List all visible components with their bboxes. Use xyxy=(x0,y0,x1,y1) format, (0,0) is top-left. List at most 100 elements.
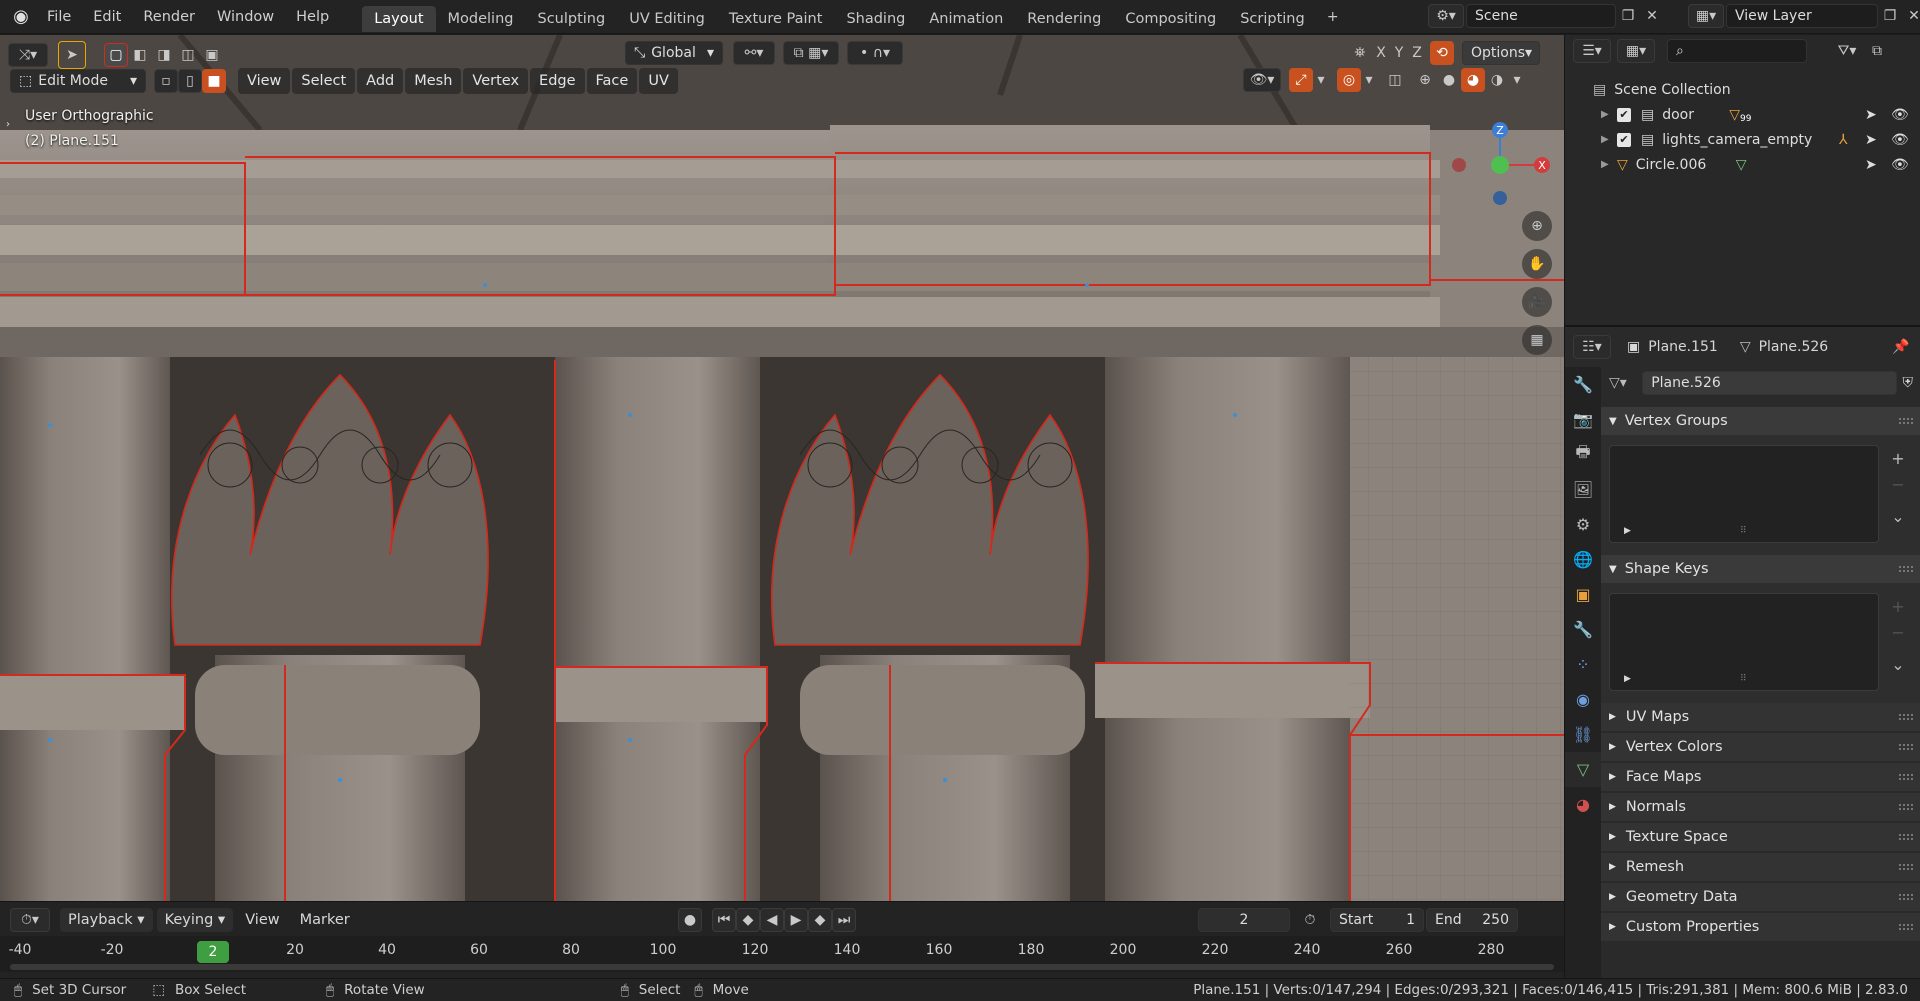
tool-tab-icon[interactable]: 🔧 xyxy=(1565,367,1601,402)
select-arrow-icon[interactable]: ➤ xyxy=(1865,157,1877,173)
visibility-icon[interactable]: 👁▾ xyxy=(1243,68,1281,92)
auto-merge-icon[interactable]: ⟲ xyxy=(1430,41,1454,65)
jump-end-icon[interactable]: ⏭ xyxy=(832,908,856,932)
constraints-tab-icon[interactable]: ⛓ xyxy=(1565,717,1601,752)
tab-layout[interactable]: Layout xyxy=(362,5,436,32)
delete-scene-icon[interactable]: ✕ xyxy=(1640,4,1664,28)
panel-geometry-data[interactable]: ▶ Geometry Data xyxy=(1601,883,1920,913)
tab-shading[interactable]: Shading xyxy=(834,6,917,32)
prev-keyframe-icon[interactable]: ◆ xyxy=(736,908,760,932)
transform-orientation-dropdown[interactable]: ⤡ Global ▾ xyxy=(625,41,723,65)
play-icon[interactable]: ▶ xyxy=(784,908,808,932)
menu-window[interactable]: Window xyxy=(206,0,285,34)
filter-icon[interactable]: ⛛▾ xyxy=(1829,39,1865,63)
mesh-symmetry-icon[interactable]: ⛯ xyxy=(1348,41,1372,65)
material-tab-icon[interactable]: ◕ xyxy=(1565,787,1601,822)
timeline-editor-type-icon[interactable]: ⏱▾ xyxy=(10,908,50,932)
remove-shape-key-icon[interactable]: − xyxy=(1885,619,1911,645)
panel-normals[interactable]: ▶ Normals xyxy=(1601,793,1920,823)
timeline-ruler[interactable]: -40 -20 2 20 40 60 80 100 120 140 160 18… xyxy=(0,936,1564,972)
menu-mesh[interactable]: Mesh xyxy=(405,68,462,94)
timeline-scrollbar[interactable] xyxy=(10,964,1554,970)
xray-icon[interactable]: ◫ xyxy=(1383,68,1407,92)
drag-grip-icon[interactable] xyxy=(1899,714,1913,720)
proportional-edit-icon[interactable]: • ∩▾ xyxy=(847,41,903,65)
drag-grip-icon[interactable] xyxy=(1899,744,1913,750)
snap-icon[interactable]: ⧉ ▦▾ xyxy=(783,41,839,65)
menu-file[interactable]: File xyxy=(36,0,82,34)
tab-texture-paint[interactable]: Texture Paint xyxy=(717,6,835,32)
scene-browse-icon[interactable]: ⚙▾ xyxy=(1428,4,1464,28)
drag-grip-icon[interactable] xyxy=(1899,774,1913,780)
pan-hand-icon[interactable]: ✋ xyxy=(1522,249,1552,279)
options-dropdown[interactable]: Options ▾ xyxy=(1462,41,1540,65)
tab-sculpting[interactable]: Sculpting xyxy=(525,6,617,32)
mesh-data-field[interactable]: Plane.526 xyxy=(1642,371,1897,395)
collapse-arrow-icon[interactable]: › xyxy=(6,119,10,130)
menu-face[interactable]: Face xyxy=(586,68,638,94)
list-resize-grip-icon[interactable]: ⠿ xyxy=(1740,674,1747,684)
properties-editor-type-icon[interactable]: ☷▾ xyxy=(1573,335,1611,359)
select-arrow-icon[interactable]: ➤ xyxy=(1865,107,1877,123)
view-layer-browse-icon[interactable]: ▦▾ xyxy=(1688,4,1724,28)
outliner-editor-type-icon[interactable]: ☰▾ xyxy=(1573,39,1611,63)
data-tab-icon[interactable]: ▽ xyxy=(1565,752,1601,787)
menu-add[interactable]: Add xyxy=(357,68,404,94)
panel-vertex-groups[interactable]: ▼ Vertex Groups xyxy=(1601,407,1920,435)
tab-rendering[interactable]: Rendering xyxy=(1015,6,1113,32)
blender-logo-icon[interactable]: ◉ xyxy=(6,0,36,34)
list-resize-grip-icon[interactable]: ⠿ xyxy=(1740,526,1747,536)
drag-grip-icon[interactable] xyxy=(1899,864,1913,870)
shape-key-specials-icon[interactable]: ⌄ xyxy=(1885,651,1911,677)
tab-animation[interactable]: Animation xyxy=(917,6,1015,32)
drag-grip-icon[interactable] xyxy=(1899,566,1913,572)
output-tab-icon[interactable]: 🖶 xyxy=(1565,437,1601,472)
physics-tab-icon[interactable]: ◉ xyxy=(1565,682,1601,717)
view-layer-field[interactable]: View Layer xyxy=(1726,4,1878,28)
new-view-layer-icon[interactable]: ❐ xyxy=(1878,4,1902,28)
expand-arrow-icon[interactable]: ▶ xyxy=(1601,134,1617,145)
drag-grip-icon[interactable] xyxy=(1899,834,1913,840)
select-intersect-icon[interactable]: ▣ xyxy=(200,43,224,67)
gizmo-dropdown-icon[interactable]: ▾ xyxy=(1313,68,1329,92)
marker-menu[interactable]: Marker xyxy=(292,908,358,932)
mode-dropdown[interactable]: ⬚ Edit Mode ▾ xyxy=(10,69,146,93)
delete-view-layer-icon[interactable]: ✕ xyxy=(1902,4,1920,28)
checkbox-icon[interactable]: ✔ xyxy=(1617,107,1631,122)
eye-icon[interactable]: 👁 xyxy=(1891,157,1909,173)
stopwatch-icon[interactable]: ⏱ xyxy=(1298,908,1322,932)
checkbox-icon[interactable]: ✔ xyxy=(1617,132,1631,147)
select-extend-icon[interactable]: ◧ xyxy=(128,43,152,67)
shading-dropdown-icon[interactable]: ▾ xyxy=(1509,68,1525,92)
remove-vertex-group-icon[interactable]: − xyxy=(1885,471,1911,497)
outliner-search-input[interactable]: ⌕ xyxy=(1667,39,1807,63)
axis-x-toggle[interactable]: X xyxy=(1372,41,1390,65)
end-frame-field[interactable]: End 250 xyxy=(1426,908,1518,932)
record-icon[interactable]: ● xyxy=(678,908,702,932)
panel-custom-properties[interactable]: ▶ Custom Properties xyxy=(1601,913,1920,943)
vertex-groups-list[interactable]: ▶ ⠿ xyxy=(1609,445,1879,543)
eye-icon[interactable]: 👁 xyxy=(1891,132,1909,148)
tab-uv-editing[interactable]: UV Editing xyxy=(617,6,717,32)
axis-y-toggle[interactable]: Y xyxy=(1390,41,1408,65)
menu-edit[interactable]: Edit xyxy=(82,0,132,34)
material-shading-icon[interactable]: ◕ xyxy=(1461,68,1485,92)
panel-vertex-colors[interactable]: ▶ Vertex Colors xyxy=(1601,733,1920,763)
rendered-shading-icon[interactable]: ◑ xyxy=(1485,68,1509,92)
menu-render[interactable]: Render xyxy=(132,0,206,34)
scene-tab-icon[interactable]: ⚙ xyxy=(1565,507,1601,542)
overlays-icon[interactable]: ◎ xyxy=(1337,68,1361,92)
tab-compositing[interactable]: Compositing xyxy=(1113,6,1228,32)
add-workspace-icon[interactable]: + xyxy=(1321,5,1345,29)
select-subtract-icon[interactable]: ◨ xyxy=(152,43,176,67)
ortho-toggle-icon[interactable]: ▦ xyxy=(1522,325,1552,355)
drag-grip-icon[interactable] xyxy=(1899,894,1913,900)
shape-keys-list[interactable]: ▶ ⠿ xyxy=(1609,593,1879,691)
panel-face-maps[interactable]: ▶ Face Maps xyxy=(1601,763,1920,793)
overlays-dropdown-icon[interactable]: ▾ xyxy=(1361,68,1377,92)
select-arrow-icon[interactable]: ➤ xyxy=(1865,132,1877,148)
current-frame-marker[interactable]: 2 xyxy=(197,941,229,963)
axis-z-toggle[interactable]: Z xyxy=(1408,41,1426,65)
timeline-view-menu[interactable]: View xyxy=(237,908,287,932)
list-expand-icon[interactable]: ▶ xyxy=(1624,526,1631,536)
